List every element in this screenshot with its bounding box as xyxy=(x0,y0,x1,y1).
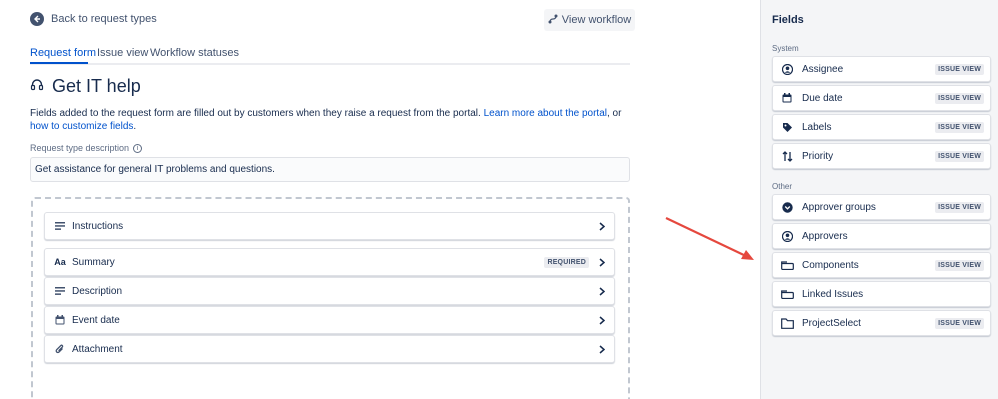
form-field-label: Description xyxy=(72,285,123,297)
view-workflow-button[interactable]: View workflow xyxy=(544,9,635,31)
issue-view-badge: ISSUE VIEW xyxy=(935,92,984,104)
back-arrow-icon xyxy=(30,12,44,26)
paperclip-icon xyxy=(53,344,67,355)
annotation-arrow xyxy=(665,217,754,260)
required-badge: REQUIRED xyxy=(544,256,589,268)
tab-bar: Request form Issue view Workflow statuse… xyxy=(30,40,630,65)
text-lines-icon xyxy=(53,222,67,230)
workflow-icon xyxy=(548,14,558,27)
tab-issue-view[interactable]: Issue view xyxy=(97,47,148,59)
issue-view-badge: ISSUE VIEW xyxy=(935,317,984,329)
fields-sidebar: Fields System Assignee ISSUE VIEW Due da… xyxy=(760,0,998,399)
sidebar-field-label: Approvers xyxy=(802,230,848,242)
user-icon xyxy=(780,230,794,242)
calendar-icon xyxy=(53,315,67,325)
period-text: . xyxy=(133,121,137,132)
form-field-label: Instructions xyxy=(72,220,124,232)
tag-icon xyxy=(780,122,794,133)
sidebar-field-approvers[interactable]: Approvers xyxy=(772,223,991,249)
sidebar-field-label: Linked Issues xyxy=(802,288,864,300)
request-form-editor: Back to request types View workflow Requ… xyxy=(0,0,760,399)
text-aa-icon: Aa xyxy=(54,257,66,267)
form-field-event-date[interactable]: Event date xyxy=(44,306,615,334)
active-tab-indicator xyxy=(30,62,88,64)
folder-icon xyxy=(780,317,794,329)
form-field-label: Summary xyxy=(72,256,115,268)
learn-more-link[interactable]: Learn more about the portal xyxy=(484,108,607,119)
sidebar-field-label: Approver groups xyxy=(802,201,876,213)
sidebar-field-due-date[interactable]: Due date ISSUE VIEW xyxy=(772,85,991,111)
page-title-row: Get IT help xyxy=(30,76,141,97)
chevron-right-icon[interactable] xyxy=(599,315,605,325)
priority-arrows-icon xyxy=(780,150,794,162)
sidebar-field-label: Assignee xyxy=(802,63,844,75)
tab-workflow-statuses[interactable]: Workflow statuses xyxy=(150,47,239,59)
chevron-right-icon[interactable] xyxy=(599,221,605,231)
view-workflow-label: View workflow xyxy=(561,14,632,26)
request-type-label-text: Request type description xyxy=(30,143,130,153)
sidebar-field-label: Labels xyxy=(802,121,832,133)
or-text: , or xyxy=(607,108,622,119)
sidebar-field-label: Components xyxy=(802,259,859,271)
form-field-attachment[interactable]: Attachment xyxy=(44,335,615,363)
customize-fields-link[interactable]: how to customize fields xyxy=(30,121,133,132)
request-type-description-field[interactable]: Get assistance for general IT problems a… xyxy=(30,157,630,182)
sidebar-field-components[interactable]: Components ISSUE VIEW xyxy=(772,252,991,278)
page-title: Get IT help xyxy=(52,76,141,96)
sidebar-field-label: ProjectSelect xyxy=(802,317,861,329)
form-field-description[interactable]: Description xyxy=(44,277,615,305)
user-icon xyxy=(780,63,794,75)
back-to-request-types-link[interactable]: Back to request types xyxy=(30,12,157,26)
component-icon xyxy=(780,289,794,299)
chevron-right-icon[interactable] xyxy=(599,286,605,296)
calendar-icon xyxy=(780,93,794,103)
form-field-label: Event date xyxy=(72,314,120,326)
back-label: Back to request types xyxy=(51,13,157,25)
sidebar-title: Fields xyxy=(772,14,804,26)
headset-icon xyxy=(30,78,44,95)
issue-view-badge: ISSUE VIEW xyxy=(935,63,984,75)
request-type-description-label: Request type description i xyxy=(30,143,143,153)
sidebar-field-linked-issues[interactable]: Linked Issues xyxy=(772,281,991,307)
other-section-label: Other xyxy=(772,182,793,191)
tab-request-form[interactable]: Request form xyxy=(30,47,96,59)
issue-view-badge: ISSUE VIEW xyxy=(935,121,984,133)
description-text: Fields added to the request form are fil… xyxy=(30,108,481,119)
form-field-summary[interactable]: Aa Summary REQUIRED xyxy=(44,248,615,276)
sidebar-field-approver-groups[interactable]: Approver groups ISSUE VIEW xyxy=(772,194,991,220)
issue-view-badge: ISSUE VIEW xyxy=(935,259,984,271)
chevron-right-icon[interactable] xyxy=(599,344,605,354)
text-lines-icon xyxy=(53,287,67,295)
system-section-label: System xyxy=(772,44,799,53)
form-field-label: Attachment xyxy=(72,343,123,355)
component-icon xyxy=(780,260,794,270)
sidebar-field-priority[interactable]: Priority ISSUE VIEW xyxy=(772,143,991,169)
sidebar-field-label: Due date xyxy=(802,92,843,104)
sidebar-field-projectselect[interactable]: ProjectSelect ISSUE VIEW xyxy=(772,310,991,336)
chevron-right-icon[interactable] xyxy=(599,257,605,267)
chevron-circle-icon xyxy=(780,201,794,213)
sidebar-field-label: Priority xyxy=(802,150,834,162)
page-description: Fields added to the request form are fil… xyxy=(30,107,630,133)
sidebar-field-assignee[interactable]: Assignee ISSUE VIEW xyxy=(772,56,991,82)
form-field-instructions[interactable]: Instructions xyxy=(44,212,615,240)
issue-view-badge: ISSUE VIEW xyxy=(935,201,984,213)
info-icon[interactable]: i xyxy=(133,143,143,153)
sidebar-field-labels[interactable]: Labels ISSUE VIEW xyxy=(772,114,991,140)
issue-view-badge: ISSUE VIEW xyxy=(935,150,984,162)
